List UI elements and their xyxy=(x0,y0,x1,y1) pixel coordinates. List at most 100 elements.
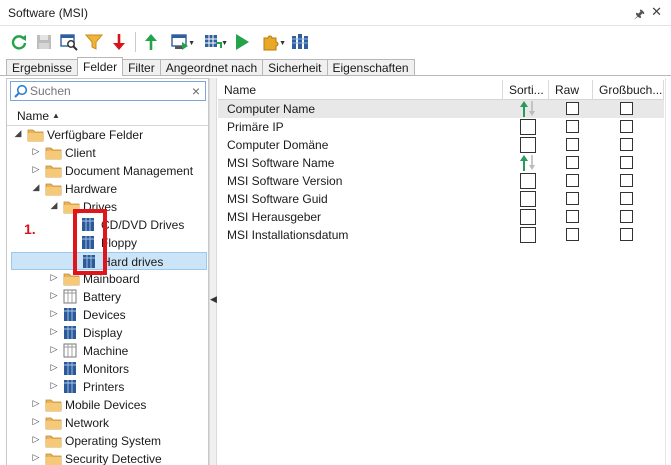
tree-node[interactable]: ▷ Network xyxy=(7,414,208,432)
filter-icon[interactable] xyxy=(83,31,105,53)
tab-ergebnisse[interactable]: Ergebnisse xyxy=(6,59,79,76)
tree-node[interactable]: ▷ Document Management xyxy=(7,162,208,180)
table-row[interactable]: MSI Software Version xyxy=(218,172,664,190)
play-icon[interactable] xyxy=(231,31,253,53)
sort-checkbox[interactable] xyxy=(520,173,536,189)
tree-node[interactable]: ◢ Drives xyxy=(7,198,208,216)
tab-sicherheit[interactable]: Sicherheit xyxy=(262,59,328,76)
sort-ascending-icon[interactable] xyxy=(518,100,538,118)
search-window-icon[interactable] xyxy=(58,31,80,53)
tree-node[interactable]: ◢ Verfügbare Felder xyxy=(7,126,208,144)
tree-node[interactable]: Hard drives xyxy=(11,252,207,270)
tab-eigenschaften[interactable]: Eigenschaften xyxy=(326,59,415,76)
raw-checkbox[interactable] xyxy=(566,102,579,115)
table-row[interactable]: MSI Installationsdatum xyxy=(218,226,664,244)
tree-node[interactable]: ▷ Machine xyxy=(7,342,208,360)
raw-checkbox[interactable] xyxy=(566,174,579,187)
sort-checkbox[interactable] xyxy=(520,119,536,135)
table-row[interactable]: MSI Software Guid xyxy=(218,190,664,208)
search-input[interactable] xyxy=(30,83,180,99)
expand-icon[interactable]: ▷ xyxy=(31,164,41,175)
tree-node[interactable]: ◢ Hardware xyxy=(7,180,208,198)
column-header-raw[interactable]: Raw xyxy=(549,80,593,100)
search-box[interactable]: × xyxy=(10,81,206,101)
sort-checkbox[interactable] xyxy=(520,191,536,207)
table-row[interactable]: Computer Name xyxy=(218,100,664,118)
table-row[interactable]: Primäre IP xyxy=(218,118,664,136)
column-header-uppercase[interactable]: Großbuch... xyxy=(593,80,664,100)
uppercase-checkbox[interactable] xyxy=(620,138,633,151)
tree-node[interactable]: ▷ Client xyxy=(7,144,208,162)
tree-node-label: Monitors xyxy=(83,362,130,376)
expand-icon[interactable]: ▷ xyxy=(31,416,41,427)
expand-icon[interactable]: ▷ xyxy=(49,380,59,391)
grid-scrollbar[interactable] xyxy=(665,78,671,465)
arrow-down-icon[interactable] xyxy=(108,31,130,53)
tree-node[interactable]: CD/DVD Drives xyxy=(7,216,208,234)
tab-filter[interactable]: Filter xyxy=(122,59,161,76)
uppercase-checkbox[interactable] xyxy=(620,120,633,133)
raw-checkbox[interactable] xyxy=(566,120,579,133)
tree-node[interactable]: ▷ Devices xyxy=(7,306,208,324)
raw-checkbox[interactable] xyxy=(566,138,579,151)
plugin-icon[interactable]: ▼ xyxy=(256,31,286,53)
collapse-left-icon[interactable]: ◀ xyxy=(210,294,217,305)
table-row[interactable]: MSI Software Name xyxy=(218,154,664,172)
save-icon[interactable] xyxy=(33,31,55,53)
uppercase-checkbox[interactable] xyxy=(620,210,633,223)
tree-node[interactable]: Floppy xyxy=(7,234,208,252)
collapse-icon[interactable]: ◢ xyxy=(13,128,23,139)
expand-icon[interactable]: ▷ xyxy=(49,290,59,301)
tab-angeordnet-nach[interactable]: Angeordnet nach xyxy=(159,59,264,76)
raw-checkbox[interactable] xyxy=(566,228,579,241)
raw-checkbox[interactable] xyxy=(566,210,579,223)
close-icon[interactable]: ✕ xyxy=(651,4,662,20)
tree-node[interactable]: ▷ Printers xyxy=(7,378,208,396)
search-icon xyxy=(14,84,28,101)
uppercase-checkbox[interactable] xyxy=(620,192,633,205)
expand-icon[interactable]: ▷ xyxy=(31,452,41,463)
expand-icon[interactable]: ▷ xyxy=(31,398,41,409)
tree-column-header[interactable]: Name ▲ xyxy=(7,106,208,126)
pin-icon[interactable]: 🖈 xyxy=(634,5,645,26)
refresh-icon[interactable] xyxy=(8,31,30,53)
tree-node[interactable]: ▷ Battery xyxy=(7,288,208,306)
sort-checkbox[interactable] xyxy=(520,209,536,225)
expand-icon[interactable]: ▷ xyxy=(31,146,41,157)
collapse-icon[interactable]: ◢ xyxy=(31,182,41,193)
expand-icon[interactable]: ▷ xyxy=(49,308,59,319)
tab-felder[interactable]: Felder xyxy=(77,57,124,76)
expand-icon[interactable]: ▷ xyxy=(31,434,41,445)
table-row[interactable]: Computer Domäne xyxy=(218,136,664,154)
arrow-up-icon[interactable] xyxy=(140,31,162,53)
export-icon[interactable]: ▼ xyxy=(165,31,195,53)
grid-options-icon[interactable]: ▼ xyxy=(198,31,228,53)
table-row[interactable]: MSI Herausgeber xyxy=(218,208,664,226)
expand-icon[interactable]: ▷ xyxy=(49,344,59,355)
uppercase-checkbox[interactable] xyxy=(620,228,633,241)
expand-icon[interactable]: ▷ xyxy=(49,272,59,283)
clear-search-icon[interactable]: × xyxy=(192,83,200,99)
sort-ascending-icon[interactable] xyxy=(518,154,538,172)
uppercase-checkbox[interactable] xyxy=(620,102,633,115)
expand-icon[interactable]: ▷ xyxy=(49,326,59,337)
tree-node[interactable]: ▷ Monitors xyxy=(7,360,208,378)
column-header-sort[interactable]: Sorti... xyxy=(503,80,549,100)
collapse-icon[interactable]: ◢ xyxy=(49,200,59,211)
tree-node[interactable]: ▷ Security Detective xyxy=(7,450,208,465)
expand-icon[interactable]: ▷ xyxy=(49,362,59,373)
raw-checkbox[interactable] xyxy=(566,192,579,205)
tree-node-label: Devices xyxy=(83,308,126,322)
sort-checkbox[interactable] xyxy=(520,137,536,153)
uppercase-checkbox[interactable] xyxy=(620,174,633,187)
tree-node[interactable]: ▷ Mobile Devices xyxy=(7,396,208,414)
tree-node[interactable]: ▷ Display xyxy=(7,324,208,342)
raw-checkbox[interactable] xyxy=(566,156,579,169)
column-header-name[interactable]: Name xyxy=(218,80,503,100)
columns-icon[interactable] xyxy=(289,31,311,53)
tree-node[interactable]: ▷ Operating System xyxy=(7,432,208,450)
uppercase-checkbox[interactable] xyxy=(620,156,633,169)
tree-node[interactable]: ▷ Mainboard xyxy=(7,270,208,288)
sort-checkbox[interactable] xyxy=(520,227,536,243)
pane-splitter[interactable]: ◀ xyxy=(209,78,217,465)
